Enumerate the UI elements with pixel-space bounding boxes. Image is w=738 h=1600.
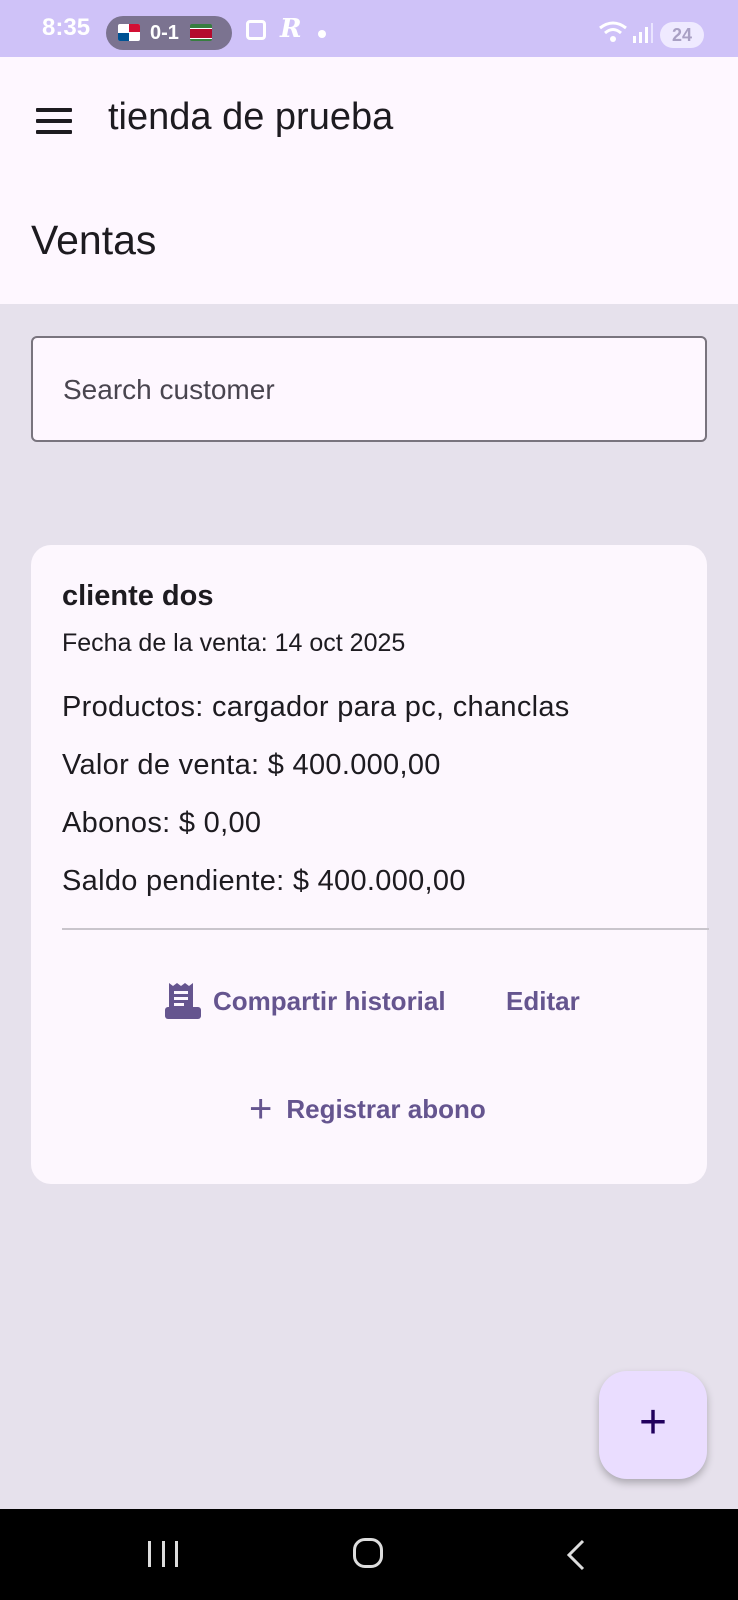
system-nav-bar <box>0 1509 738 1600</box>
register-payment-label: Registrar abono <box>286 1093 486 1124</box>
search-customer-field[interactable] <box>31 336 707 442</box>
battery-indicator: 24 <box>660 22 704 48</box>
sale-card: cliente dos Fecha de la venta: 14 oct 20… <box>31 545 709 1184</box>
home-icon[interactable] <box>353 1538 383 1568</box>
edit-button[interactable]: Editar <box>506 973 580 1029</box>
suriname-flag-icon <box>190 24 212 41</box>
signal-icon <box>633 23 653 43</box>
register-payment-button[interactable]: + Registrar abono <box>249 1081 486 1137</box>
r-app-icon: R <box>280 14 302 44</box>
wifi-icon <box>599 21 627 42</box>
card-divider <box>62 928 709 930</box>
add-sale-fab[interactable]: + <box>599 1371 707 1479</box>
receipt-icon <box>165 983 201 1019</box>
status-bar: 8:35 0-1 R 24 <box>0 0 738 57</box>
share-history-button[interactable]: Compartir historial <box>165 973 446 1029</box>
recents-icon[interactable] <box>148 1541 178 1567</box>
panama-flag-icon <box>118 24 140 41</box>
score-text: 0-1 <box>150 22 179 44</box>
pending-balance-text: Saldo pendiente: $ 400.000,00 <box>62 865 466 897</box>
notification-dot <box>318 30 326 38</box>
hamburger-menu-icon[interactable] <box>36 108 72 134</box>
screenshot-icon <box>246 20 266 40</box>
sale-value-text: Valor de venta: $ 400.000,00 <box>62 749 441 781</box>
customer-name: cliente dos <box>62 580 214 612</box>
payments-text: Abonos: $ 0,00 <box>62 807 262 839</box>
sale-date: Fecha de la venta: 14 oct 2025 <box>62 629 406 657</box>
share-history-label: Compartir historial <box>213 985 446 1016</box>
live-score-pill[interactable]: 0-1 <box>106 16 232 50</box>
top-app-bar: tienda de prueba Ventas <box>0 57 738 304</box>
store-title: tienda de prueba <box>108 96 394 138</box>
page-title: Ventas <box>31 217 157 263</box>
search-input[interactable] <box>61 366 665 414</box>
products-text: Productos: cargador para pc, chanclas <box>62 691 570 723</box>
back-icon[interactable] <box>566 1539 586 1571</box>
status-time: 8:35 <box>42 14 91 41</box>
plus-icon: + <box>249 1087 273 1131</box>
